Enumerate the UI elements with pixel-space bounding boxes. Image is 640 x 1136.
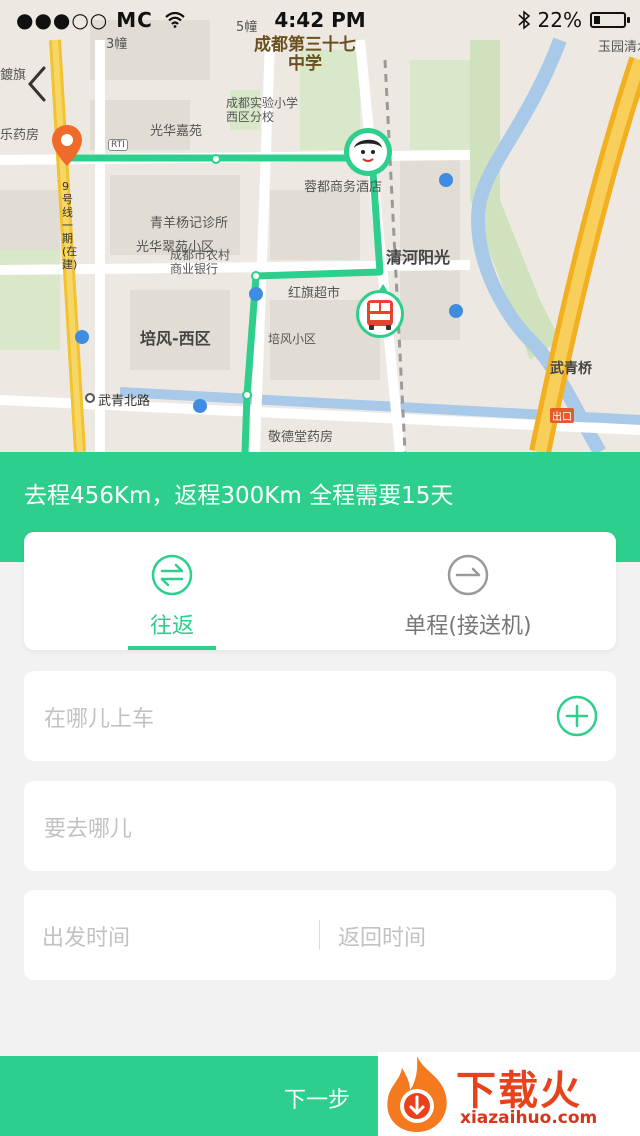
map-label-wuqing-bridge: 武青桥 bbox=[550, 361, 592, 377]
map-view[interactable]: 成都第三十七 中学 清河阳光 培风-西区 武青桥 武青北路 红旗超市 成都市农村… bbox=[0, 0, 640, 452]
add-stop-icon[interactable] bbox=[556, 695, 598, 737]
map-label-peifeng: 培风-西区 bbox=[140, 329, 211, 348]
origin-pin-icon[interactable] bbox=[50, 124, 84, 168]
one-way-icon bbox=[447, 554, 489, 596]
back-chevron-icon[interactable] bbox=[22, 62, 58, 106]
time-field-row: 出发时间 返回时间 bbox=[24, 890, 616, 980]
pickup-field[interactable]: 在哪儿上车 bbox=[24, 671, 616, 761]
tab-round-trip-label: 往返 bbox=[149, 614, 194, 639]
battery-icon bbox=[590, 12, 630, 28]
bus-icon bbox=[367, 300, 393, 330]
map-label-clinic: 青羊杨记诊所 bbox=[150, 216, 229, 231]
map-label-line9: 9号线一期(在建) bbox=[62, 180, 78, 271]
tab-round-trip[interactable]: 往返 bbox=[24, 532, 320, 650]
map-label-pharmacy-left: 乐药房 bbox=[0, 128, 40, 143]
map-label-school: 成都第三十七 中学 bbox=[254, 35, 356, 74]
pickup-placeholder: 在哪儿上车 bbox=[44, 707, 155, 732]
map-label-rti: RTI bbox=[108, 139, 128, 151]
map-label-guanghua-yuan: 光华翠苑小区 bbox=[136, 240, 215, 255]
status-bar: ●●●○○ MC 4:42 PM 22% bbox=[0, 0, 640, 40]
depart-time-placeholder: 出发时间 bbox=[42, 926, 131, 951]
watermark-url: xiazaihuo.com bbox=[460, 1108, 598, 1128]
watermark-logo: 下载火 xiazaihuo.com bbox=[378, 1052, 640, 1136]
map-label-qinghe: 清河阳光 bbox=[386, 248, 451, 267]
map-label-hongqi: 红旗超市 bbox=[288, 286, 341, 301]
face-icon bbox=[349, 133, 387, 171]
bluetooth-icon bbox=[518, 10, 530, 30]
battery-percent: 22% bbox=[537, 8, 582, 32]
trip-type-tabs: 往返 单程(接送机) bbox=[24, 532, 616, 650]
tab-one-way-label: 单程(接送机) bbox=[404, 614, 532, 639]
map-label-pharmacy-right: 敬德堂药房 bbox=[268, 430, 334, 445]
map-label-wuqing-north-rd: 武青北路 bbox=[98, 394, 151, 409]
bus-marker[interactable] bbox=[356, 284, 408, 340]
tab-one-way[interactable]: 单程(接送机) bbox=[320, 532, 616, 650]
next-step-label: 下一步 bbox=[284, 1088, 351, 1113]
trip-summary: 去程456Km，返程300Km 全程需要15天 bbox=[24, 483, 454, 509]
map-label-peixiaoqu: 培风小区 bbox=[268, 332, 317, 346]
return-time-placeholder: 返回时间 bbox=[338, 926, 427, 951]
map-label-rongdu: 蓉都商务酒店 bbox=[304, 180, 383, 195]
map-label-exit: 出口 bbox=[550, 408, 574, 423]
destination-placeholder: 要去哪儿 bbox=[44, 817, 133, 842]
map-label-primary-school: 成都实验小学 西区分校 bbox=[226, 96, 299, 124]
active-tab-indicator bbox=[128, 646, 216, 650]
return-time-field[interactable]: 返回时间 bbox=[320, 890, 616, 980]
driver-avatar-marker[interactable] bbox=[344, 128, 392, 176]
map-label-guanghua-jiayuan: 光华嘉苑 bbox=[150, 124, 203, 139]
round-trip-icon bbox=[151, 554, 193, 596]
flame-logo-icon bbox=[387, 1056, 447, 1132]
destination-field[interactable]: 要去哪儿 bbox=[24, 781, 616, 871]
depart-time-field[interactable]: 出发时间 bbox=[24, 890, 319, 980]
